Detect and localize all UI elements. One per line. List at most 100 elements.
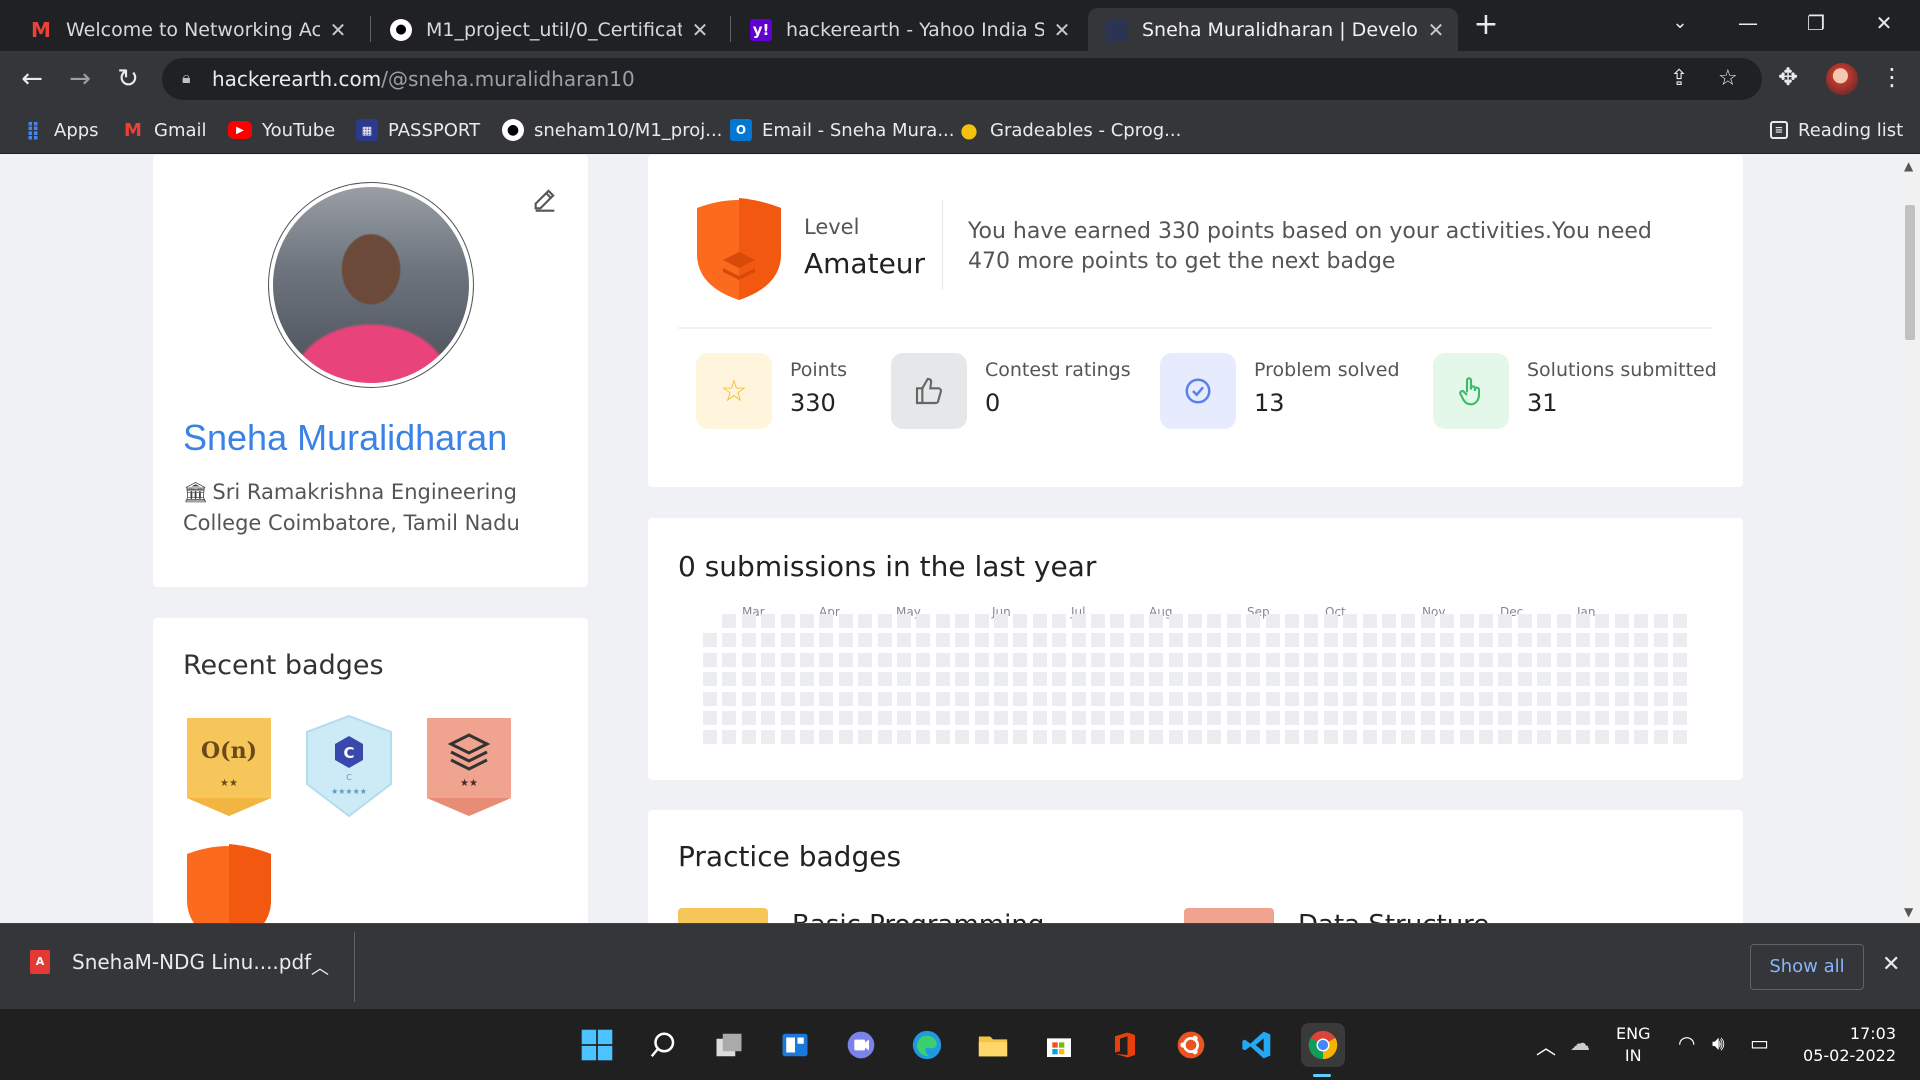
heatmap-day-cell[interactable] (1362, 633, 1377, 648)
heatmap-day-cell[interactable] (1382, 711, 1396, 725)
heatmap-day-cell[interactable] (1188, 652, 1202, 667)
heatmap-day-cell[interactable] (974, 652, 989, 667)
heatmap-day-cell[interactable] (1323, 652, 1338, 667)
heatmap-day-cell[interactable] (1052, 711, 1067, 725)
heatmap-day-cell[interactable] (741, 730, 756, 745)
heatmap-day-cell[interactable] (955, 614, 970, 628)
tab-search-chevron-icon[interactable]: ⌄ (1650, 6, 1710, 40)
heatmap-day-cell[interactable] (1576, 633, 1590, 648)
teams-chat-icon[interactable] (839, 1023, 883, 1067)
vscode-icon[interactable] (1235, 1023, 1279, 1067)
heatmap-day-cell[interactable] (858, 730, 873, 745)
close-window-button[interactable]: ✕ (1854, 6, 1914, 40)
heatmap-day-cell[interactable] (1013, 672, 1028, 687)
heatmap-day-cell[interactable] (1537, 614, 1552, 628)
heatmap-day-cell[interactable] (722, 711, 737, 725)
heatmap-day-cell[interactable] (955, 672, 970, 687)
heatmap-day-cell[interactable] (916, 730, 931, 745)
bookmark-github-repo[interactable]: ● sneham10/M1_proj... (502, 117, 722, 143)
heatmap-day-cell[interactable] (1576, 672, 1590, 687)
heatmap-day-cell[interactable] (994, 711, 1008, 725)
heatmap-day-cell[interactable] (722, 672, 737, 687)
heatmap-day-cell[interactable] (1362, 614, 1377, 628)
heatmap-day-cell[interactable] (935, 730, 950, 745)
heatmap-day-cell[interactable] (819, 672, 834, 687)
heatmap-day-cell[interactable] (877, 691, 892, 706)
profile-avatar[interactable] (1826, 63, 1858, 95)
heatmap-day-cell[interactable] (1071, 691, 1086, 706)
wifi-icon[interactable]: ◠ (1678, 1031, 1695, 1055)
heatmap-day-cell[interactable] (994, 672, 1008, 687)
heatmap-day-cell[interactable] (819, 711, 834, 725)
heatmap-day-cell[interactable] (800, 652, 814, 667)
heatmap-day-cell[interactable] (819, 614, 834, 628)
heatmap-day-cell[interactable] (1614, 672, 1629, 687)
heatmap-day-cell[interactable] (1673, 633, 1687, 648)
heatmap-day-cell[interactable] (1498, 691, 1513, 706)
heatmap-day-cell[interactable] (858, 672, 873, 687)
heatmap-day-cell[interactable] (722, 614, 737, 628)
heatmap-day-cell[interactable] (722, 633, 737, 648)
heatmap-day-cell[interactable] (780, 730, 795, 745)
heatmap-day-cell[interactable] (1226, 672, 1241, 687)
chrome-icon[interactable] (1301, 1023, 1345, 1067)
heatmap-day-cell[interactable] (1479, 652, 1493, 667)
heatmap-day-cell[interactable] (916, 614, 931, 628)
heatmap-day-cell[interactable] (1595, 691, 1610, 706)
heatmap-day-cell[interactable] (1188, 614, 1202, 628)
heatmap-day-cell[interactable] (800, 633, 814, 648)
heatmap-day-cell[interactable] (1246, 730, 1261, 745)
microsoft-store-icon[interactable] (1037, 1023, 1081, 1067)
heatmap-day-cell[interactable] (1634, 614, 1649, 628)
heatmap-day-cell[interactable] (761, 711, 776, 725)
heatmap-day-cell[interactable] (1498, 614, 1513, 628)
heatmap-day-cell[interactable] (1032, 730, 1047, 745)
heatmap-day-cell[interactable] (1149, 633, 1164, 648)
heatmap-day-cell[interactable] (1537, 633, 1552, 648)
heatmap-day-cell[interactable] (1091, 614, 1105, 628)
bookmark-youtube[interactable]: ▶ YouTube (228, 117, 335, 143)
heatmap-day-cell[interactable] (838, 672, 853, 687)
heatmap-day-cell[interactable] (916, 672, 931, 687)
heatmap-day-cell[interactable] (1653, 730, 1668, 745)
start-windows-icon[interactable] (575, 1023, 619, 1067)
edit-pencil-icon[interactable] (531, 185, 561, 215)
heatmap-day-cell[interactable] (1285, 652, 1299, 667)
heatmap-day-cell[interactable] (1401, 672, 1416, 687)
heatmap-day-cell[interactable] (1517, 633, 1532, 648)
heatmap-day-cell[interactable] (1110, 672, 1125, 687)
heatmap-day-cell[interactable] (1459, 730, 1474, 745)
heatmap-day-cell[interactable] (1498, 730, 1513, 745)
heatmap-day-cell[interactable] (1653, 711, 1668, 725)
heatmap-day-cell[interactable] (1226, 711, 1241, 725)
heatmap-day-cell[interactable] (877, 672, 892, 687)
heatmap-day-cell[interactable] (897, 691, 911, 706)
heatmap-day-cell[interactable] (1401, 633, 1416, 648)
heatmap-day-cell[interactable] (1129, 730, 1144, 745)
heatmap-day-cell[interactable] (1614, 633, 1629, 648)
heatmap-day-cell[interactable] (1052, 691, 1067, 706)
heatmap-day-cell[interactable] (1362, 672, 1377, 687)
edge-browser-icon[interactable] (905, 1023, 949, 1067)
heatmap-day-cell[interactable] (1440, 672, 1455, 687)
heatmap-day-cell[interactable] (1595, 633, 1610, 648)
heatmap-day-cell[interactable] (1168, 711, 1183, 725)
heatmap-day-cell[interactable] (1614, 652, 1629, 667)
heatmap-day-cell[interactable] (1149, 672, 1164, 687)
heatmap-day-cell[interactable] (994, 633, 1008, 648)
heatmap-day-cell[interactable] (994, 730, 1008, 745)
close-icon[interactable]: ✕ (690, 18, 710, 42)
heatmap-day-cell[interactable] (974, 633, 989, 648)
heatmap-day-cell[interactable] (1634, 730, 1649, 745)
heatmap-day-cell[interactable] (1323, 614, 1338, 628)
reload-button[interactable]: ↻ (110, 61, 146, 97)
heatmap-day-cell[interactable] (1401, 730, 1416, 745)
heatmap-day-cell[interactable] (858, 633, 873, 648)
heatmap-day-cell[interactable] (1071, 672, 1086, 687)
heatmap-day-cell[interactable] (1188, 691, 1202, 706)
heatmap-day-cell[interactable] (761, 614, 776, 628)
bookmark-gradeables[interactable]: ● Gradeables - Cprog... (958, 117, 1181, 143)
heatmap-day-cell[interactable] (1595, 652, 1610, 667)
heatmap-day-cell[interactable] (1440, 652, 1455, 667)
heatmap-day-cell[interactable] (1382, 672, 1396, 687)
